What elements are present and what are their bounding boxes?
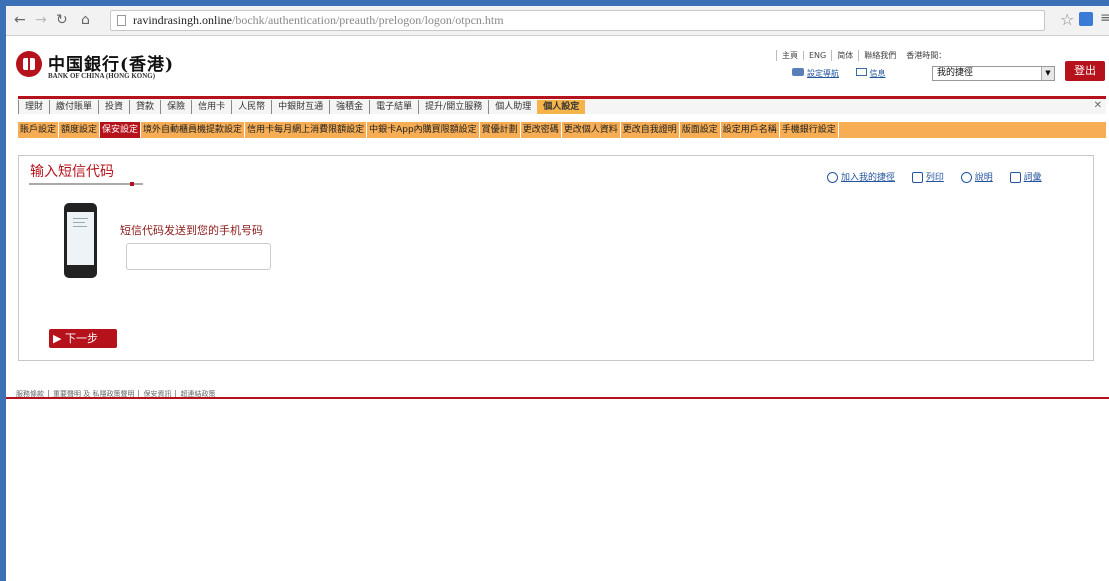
sub-nav-account[interactable]: 賬戶設定 [18, 122, 60, 138]
add-shortcut-icon [827, 172, 838, 183]
sub-nav-username[interactable]: 設定用戶名稱 [721, 122, 780, 138]
footer-divider [6, 397, 1109, 399]
main-nav-boc-link[interactable]: 中銀財互通 [271, 100, 329, 114]
sub-nav-limit[interactable]: 額度設定 [59, 122, 101, 138]
sub-nav-atm[interactable]: 境外自動櫃員機提款設定 [141, 122, 246, 138]
mail-icon [855, 68, 867, 76]
address-bar[interactable]: ravindrasingh.online/bochk/authenticatio… [110, 10, 1045, 31]
main-nav-estatement[interactable]: 電子結單 [369, 100, 418, 114]
print-icon [911, 172, 923, 183]
top-link-eng[interactable]: ENG [803, 51, 831, 60]
quick-select-value: 我的捷徑 [937, 68, 974, 78]
top-link-simplified[interactable]: 简体 [831, 50, 858, 61]
top-links: 主頁 ENG 简体 聯絡我們 香港時間： [776, 50, 951, 61]
main-nav-bills[interactable]: 繳付賬單 [49, 100, 98, 114]
help-link[interactable]: 說明 [975, 173, 993, 183]
main-nav-loans[interactable]: 貸款 [129, 100, 160, 114]
browser-window: ← → ↻ ⌂ ravindrasingh.online/bochk/authe… [0, 0, 1109, 581]
main-nav-credit-card[interactable]: 信用卡 [191, 100, 231, 114]
phone-text-line [73, 226, 87, 227]
reload-icon[interactable]: ↻ [56, 11, 68, 29]
main-nav-insurance[interactable]: 保險 [160, 100, 191, 114]
forward-icon[interactable]: → [35, 11, 47, 29]
print-link[interactable]: 列印 [926, 173, 944, 183]
next-button-label: 下一步 [64, 332, 98, 345]
glossary-icon [1009, 172, 1021, 183]
header-sub-links: 設定導航 信息 [792, 68, 900, 79]
sub-nav-card-limit[interactable]: 信用卡每月網上消費限額設定 [245, 122, 368, 138]
settings-nav-icon [792, 68, 804, 76]
main-nav-mpf[interactable]: 強積金 [329, 100, 369, 114]
home-icon[interactable]: ⌂ [81, 11, 90, 29]
main-nav-assistant[interactable]: 個人助理 [488, 100, 537, 114]
main-nav-personal-settings[interactable]: 個人設定 [537, 100, 586, 114]
phone-screen [67, 212, 94, 265]
top-link-contact[interactable]: 聯絡我們 [858, 50, 901, 61]
chevron-down-icon: ▼ [1041, 67, 1054, 80]
main-nav-invest[interactable]: 投資 [98, 100, 129, 114]
next-button[interactable]: ▶ 下一步 [49, 329, 117, 348]
main-nav-wealth[interactable]: 理財 [18, 100, 49, 114]
main-nav-services[interactable]: 提升/開立服務 [418, 100, 488, 114]
browser-toolbar: ← → ↻ ⌂ ravindrasingh.online/bochk/authe… [6, 6, 1109, 36]
collapse-icon[interactable]: ✕ [1094, 100, 1102, 111]
title-marker [130, 182, 134, 186]
sub-nav-app-limit[interactable]: 中銀卡App內購買限額設定 [367, 122, 480, 138]
sub-nav-security[interactable]: 保安設定 [100, 122, 142, 138]
page-tools: 加入我的捷徑 列印 說明 詞彙 [827, 170, 1056, 183]
extension-icon[interactable] [1079, 12, 1093, 26]
play-icon: ▶ [53, 332, 62, 345]
phone-text-line [73, 222, 85, 223]
quick-links-select[interactable]: 我的捷徑 ▼ [932, 66, 1055, 81]
add-shortcut-link[interactable]: 加入我的捷徑 [841, 173, 895, 183]
glossary-link[interactable]: 詞彙 [1024, 173, 1042, 183]
otp-prompt: 短信代码发送到您的手机号码 [120, 224, 263, 237]
otp-input[interactable] [126, 243, 271, 270]
sub-nav-layout[interactable]: 版面設定 [680, 122, 721, 138]
help-icon [960, 172, 972, 183]
back-icon[interactable]: ← [14, 11, 26, 29]
bank-logo-icon [16, 51, 42, 77]
page-title: 输入短信代码 [30, 164, 114, 180]
page-icon [117, 15, 126, 26]
hk-time-label: 香港時間： [906, 51, 947, 60]
title-underline [29, 183, 143, 185]
sub-nav: 賬戶設定 額度設定 保安設定 境外自動櫃員機提款設定 信用卡每月網上消費限額設定 中銀卡A… [18, 122, 1106, 138]
settings-nav-link[interactable]: 設定導航 [807, 69, 839, 78]
main-nav: 理財 繳付賬單 投資 貸款 保險 信用卡 人民幣 中銀財互通 強積金 電子結單 提升/開立服務 個人助… [18, 96, 1106, 114]
bookmark-star-icon[interactable]: ☆ [1060, 10, 1074, 29]
browser-menu-icon[interactable]: ≡ [1100, 10, 1109, 26]
sub-nav-password[interactable]: 更改密碼 [521, 122, 562, 138]
main-nav-rmb[interactable]: 人民幣 [231, 100, 271, 114]
url-host: ravindrasingh.online [133, 13, 232, 27]
messages-link[interactable]: 信息 [870, 69, 886, 78]
sub-nav-rewards[interactable]: 賞優計劃 [480, 122, 521, 138]
otp-panel: 输入短信代码 加入我的捷徑 列印 說明 詞彙 短信代码发送到您的手机号码 ▶ 下… [18, 155, 1094, 361]
sub-nav-self-cert[interactable]: 更改自我證明 [621, 122, 680, 138]
logout-button[interactable]: 登出 [1065, 61, 1105, 81]
url-path: /bochk/authentication/preauth/prelogon/l… [231, 13, 504, 27]
bank-name-en: BANK OF CHINA (HONG KONG) [48, 72, 156, 80]
sub-nav-mobile[interactable]: 手機銀行設定 [780, 122, 839, 138]
phone-icon [64, 203, 97, 278]
phone-text-line [73, 218, 88, 219]
top-link-home[interactable]: 主頁 [776, 50, 803, 61]
sub-nav-profile[interactable]: 更改個人資料 [562, 122, 621, 138]
